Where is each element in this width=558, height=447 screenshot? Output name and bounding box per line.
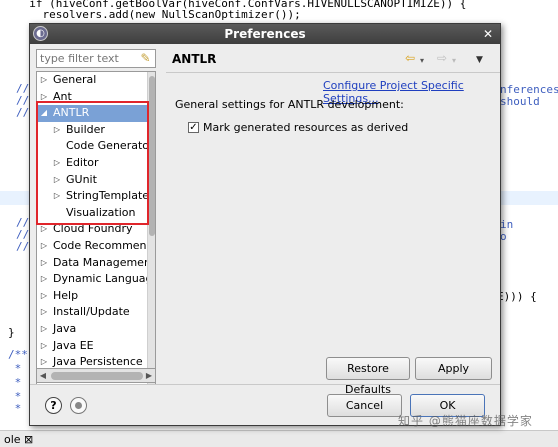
help-icon[interactable]: ?	[45, 397, 62, 414]
close-icon[interactable]: ✕	[480, 26, 496, 42]
watermark: 知乎 @熊猫座数据学家	[398, 414, 533, 428]
cancel-button[interactable]: Cancel	[327, 394, 402, 417]
tree-horizontal-scrollbar[interactable]: ◀ ▶	[36, 368, 156, 383]
record-icon[interactable]	[70, 397, 87, 414]
code-line: resolvers.add(new NullScanOptimizer());	[16, 8, 301, 21]
collapsed-arrow-icon[interactable]: ▷	[39, 238, 49, 255]
page-title: ANTLR	[172, 52, 217, 66]
tree-horizontal-scroll-thumb[interactable]	[51, 372, 143, 380]
tree-item-label: Dynamic Languages	[53, 272, 149, 286]
collapsed-arrow-icon[interactable]: ▷	[39, 255, 49, 272]
tree-item-data-management[interactable]: ▷ Data Management	[37, 255, 149, 272]
restore-defaults-button[interactable]: Restore Defaults	[326, 357, 410, 396]
collapsed-arrow-icon[interactable]: ▷	[39, 72, 49, 89]
console-tab[interactable]: ole ⊠	[0, 430, 558, 447]
tree-item-install-update[interactable]: ▷ Install/Update	[37, 304, 149, 321]
tree-item-label: General	[53, 73, 97, 86]
tree-item-help[interactable]: ▷ Help	[37, 288, 149, 305]
collapsed-arrow-icon[interactable]: ▷	[39, 288, 49, 305]
panel-description: General settings for ANTLR development:	[175, 98, 404, 111]
view-menu-icon[interactable]: ▼	[476, 53, 483, 67]
code-line: }	[8, 326, 15, 339]
apply-button[interactable]: Apply	[415, 357, 492, 380]
collapsed-arrow-icon[interactable]: ▷	[39, 304, 49, 321]
tree-vertical-scroll-thumb[interactable]	[149, 76, 155, 236]
tree-item-code-recommenders[interactable]: ▷ Code Recommenders	[37, 238, 149, 255]
filter-input[interactable]	[37, 50, 135, 67]
panel-header-divider	[166, 72, 500, 73]
preferences-dialog: ◐ Preferences ✕ ✎ ▷General▷Ant◢ANTLR▷Bui…	[29, 23, 501, 426]
code-line: *	[8, 376, 22, 389]
mark-derived-checkbox[interactable]: ✓	[188, 122, 199, 133]
eclipse-icon: ◐	[33, 26, 48, 41]
back-arrow-icon[interactable]: ⇦	[405, 51, 415, 65]
tree-item-label: Java EE	[53, 338, 94, 352]
collapsed-arrow-icon[interactable]: ▷	[39, 321, 49, 338]
tree-item-label: Data Management	[53, 255, 149, 269]
filter-box[interactable]: ✎	[36, 49, 156, 68]
code-line: /**	[8, 348, 28, 361]
tree-item-label: Help	[53, 288, 79, 302]
tree-item-label: Code Recommenders	[53, 239, 149, 252]
clear-filter-icon[interactable]: ✎	[138, 51, 153, 66]
code-line: *	[8, 402, 22, 415]
code-line: should	[500, 95, 540, 108]
scroll-left-icon[interactable]: ◀	[37, 369, 49, 382]
tree-item-general[interactable]: ▷ General	[37, 72, 149, 89]
forward-menu-chevron-icon: ▾	[452, 56, 457, 65]
code-line: //	[16, 240, 30, 253]
dialog-titlebar[interactable]: ◐ Preferences ✕	[30, 24, 500, 44]
button-bar-divider	[30, 384, 500, 385]
forward-arrow-icon: ⇨	[437, 51, 448, 65]
mark-derived-label[interactable]: Mark generated resources as derived	[203, 121, 408, 134]
tree-item-label: Java	[53, 322, 77, 335]
scroll-right-icon[interactable]: ▶	[143, 369, 155, 382]
code-line: //	[16, 106, 30, 119]
tree-item-dynamic-languages[interactable]: ▷ Dynamic Languages	[37, 271, 149, 288]
tree-item-java-ee[interactable]: ▷ Java EE	[37, 338, 149, 355]
dialog-title: Preferences	[224, 27, 306, 41]
collapsed-arrow-icon[interactable]: ▷	[39, 338, 49, 355]
code-line: E))) {	[497, 290, 537, 303]
code-line: *	[8, 362, 22, 375]
antlr-highlight-box	[36, 101, 149, 225]
tree-item-label: Install/Update	[53, 305, 130, 319]
tree-item-java[interactable]: ▷ Java	[37, 321, 149, 338]
back-menu-chevron-icon[interactable]: ▾	[420, 54, 424, 68]
collapsed-arrow-icon[interactable]: ▷	[39, 271, 49, 288]
